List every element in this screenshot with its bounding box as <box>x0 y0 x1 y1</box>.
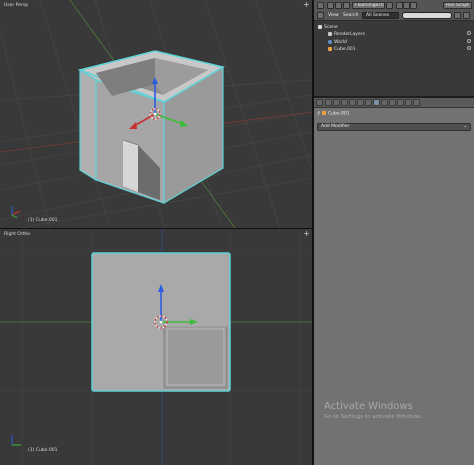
editor-type-icon[interactable] <box>316 99 323 106</box>
cube-door-opening <box>123 140 138 192</box>
line-numbers-toggle-icon[interactable] <box>396 2 403 9</box>
restrict-select-icon[interactable] <box>467 46 471 50</box>
tree-item-scene[interactable]: Scene <box>318 24 338 31</box>
viewport-3d-user-persp[interactable]: User Persp (1) Cube.001 + <box>0 0 312 228</box>
scene-icon <box>318 24 322 29</box>
watermark-title: Activate Windows <box>324 401 413 412</box>
expand-region-icon[interactable]: + <box>303 1 310 9</box>
chevron-down-icon: ⌄ <box>463 124 467 129</box>
view-menu[interactable]: View <box>328 12 339 19</box>
activate-windows-watermark: Activate Windows Go to Settings to activ… <box>324 401 423 421</box>
outliner-header-row: View Search All Scenes <box>314 12 474 20</box>
view-name-label: Right Ortho <box>4 232 31 237</box>
editor-type-icon[interactable] <box>317 12 324 19</box>
viewport-3d-right-ortho[interactable]: Right Ortho (1) Cube.001 + <box>0 229 312 465</box>
cube-object <box>77 50 225 205</box>
constraints-icon[interactable] <box>365 99 372 106</box>
add-modifier-dropdown[interactable]: Add Modifier ⌄ <box>317 123 471 131</box>
properties-tabs <box>314 98 474 108</box>
scene-icon[interactable] <box>341 99 348 106</box>
render-icon[interactable] <box>325 99 332 106</box>
visibility-filter-icon[interactable] <box>463 12 470 19</box>
tree-item-renderlayers[interactable]: RenderLayers <box>328 31 365 38</box>
word-wrap-toggle-icon[interactable] <box>403 2 410 9</box>
outliner-header: FloorOrigin.txt Run Script View Search A… <box>314 0 474 21</box>
active-object-label: (1) Cube.001 <box>28 218 58 223</box>
renderlayers-icon[interactable] <box>333 99 340 106</box>
viewport-scene <box>0 0 312 228</box>
restrict-render-icon[interactable] <box>467 31 471 35</box>
renderlayers-icon <box>328 31 332 36</box>
tree-item-cube-001[interactable]: Cube.001 <box>328 46 356 53</box>
material-icon[interactable] <box>389 99 396 106</box>
pin-icon[interactable]: ⚲ <box>317 111 321 117</box>
properties-panel: ⚲ Cube.001 Add Modifier ⌄ Activate Windo… <box>314 98 474 465</box>
filter-icon[interactable] <box>454 12 461 19</box>
texture-icon[interactable] <box>397 99 404 106</box>
search-input[interactable] <box>402 12 452 19</box>
world-icon[interactable] <box>349 99 356 106</box>
data-icon[interactable] <box>381 99 388 106</box>
restrict-view-icon[interactable] <box>467 39 471 43</box>
mesh-object-icon <box>322 111 326 115</box>
expand-region-icon[interactable]: + <box>303 230 310 238</box>
tree-item-world[interactable]: World <box>328 39 347 46</box>
breadcrumb: Cube.001 <box>322 111 350 118</box>
physics-icon[interactable] <box>413 99 420 106</box>
text-file-selector[interactable]: FloorOrigin.txt <box>352 2 385 9</box>
watermark-subtitle: Go to Settings to activate Windows. <box>324 414 423 420</box>
modifier-icon[interactable] <box>373 99 380 106</box>
search-menu[interactable]: Search <box>343 12 358 19</box>
mesh-object-icon <box>328 46 332 51</box>
text-editor-header-row: FloorOrigin.txt Run Script <box>314 2 474 10</box>
viewport-scene <box>0 229 312 465</box>
syntax-highlight-toggle-icon[interactable] <box>410 2 417 9</box>
display-mode-select[interactable]: All Scenes <box>362 12 399 19</box>
script-icon[interactable] <box>343 2 350 9</box>
run-script-button[interactable]: Run Script <box>443 2 472 9</box>
new-text-icon[interactable] <box>327 2 334 9</box>
object-icon[interactable] <box>357 99 364 106</box>
editor-type-icon[interactable] <box>317 2 324 9</box>
world-icon <box>328 39 332 44</box>
view-name-label: User Persp <box>4 3 29 8</box>
open-text-icon[interactable] <box>335 2 342 9</box>
particles-icon[interactable] <box>405 99 412 106</box>
close-text-icon[interactable] <box>386 2 393 9</box>
cube-door-recess <box>163 325 228 389</box>
active-object-label: (1) Cube.001 <box>28 448 58 453</box>
outliner-panel: FloorOrigin.txt Run Script View Search A… <box>314 0 474 96</box>
axis-orientation-icon <box>11 435 21 446</box>
